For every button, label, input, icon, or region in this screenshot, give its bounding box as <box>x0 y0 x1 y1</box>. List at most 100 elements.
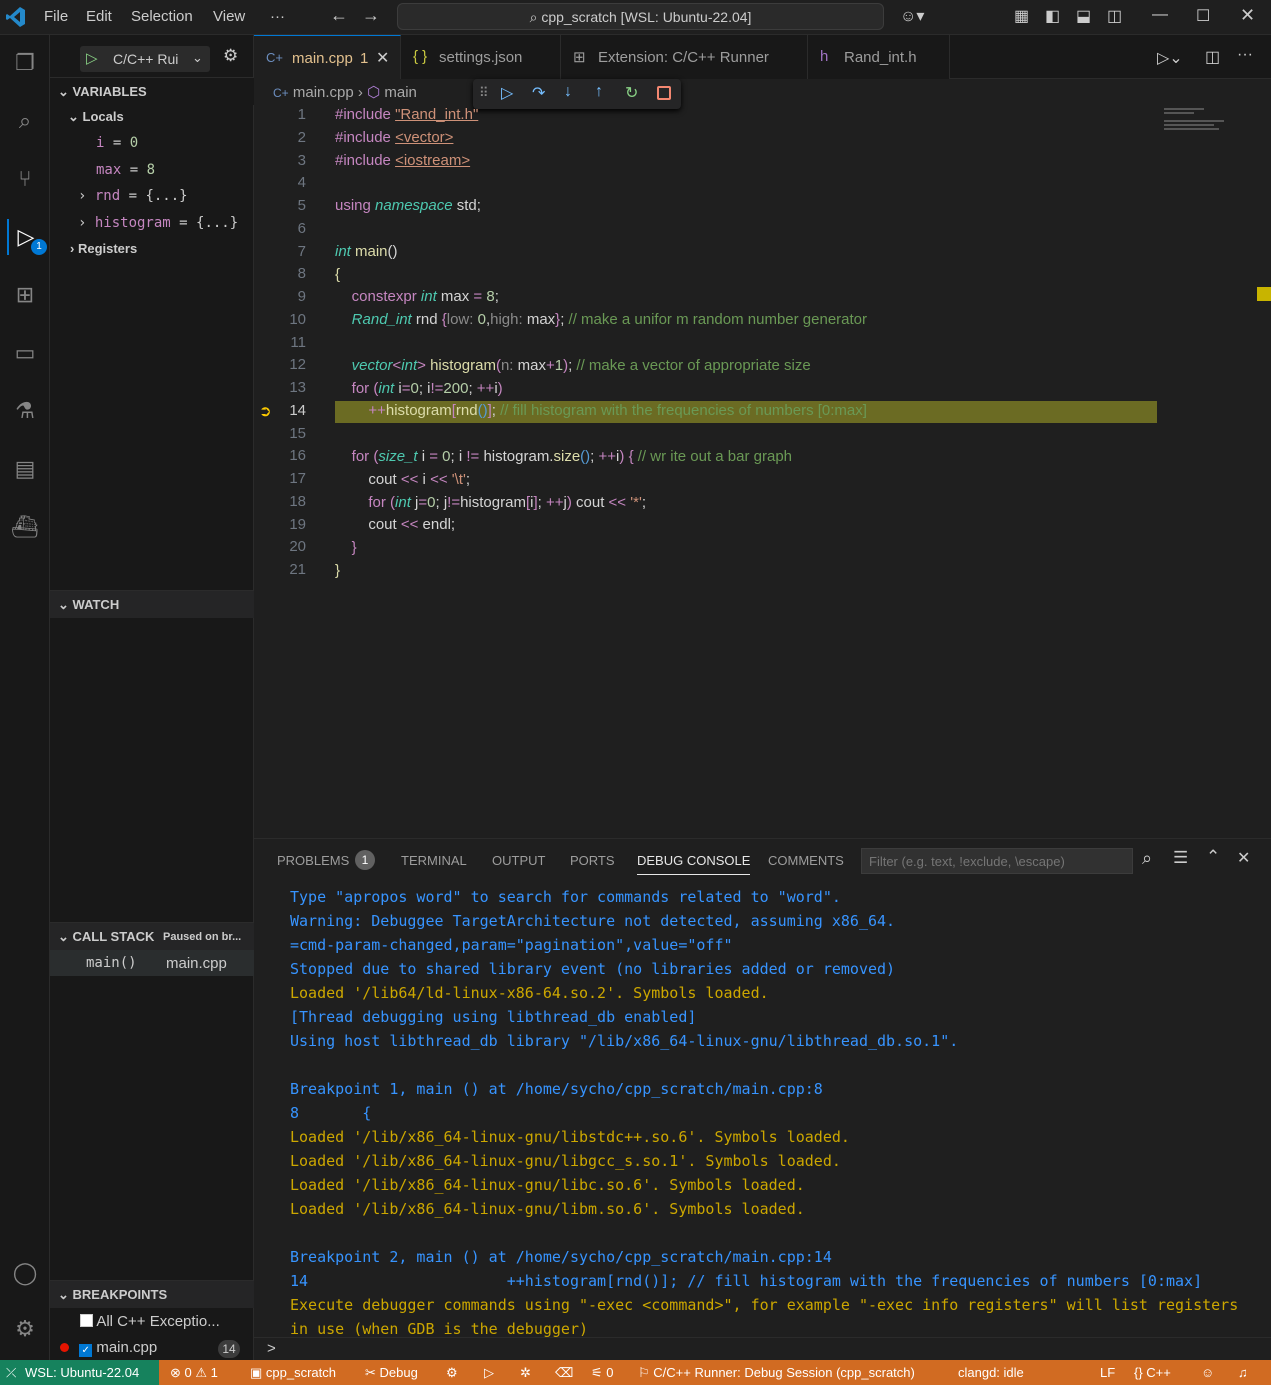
variable-row[interactable]: › histogram = {...} <box>78 215 238 231</box>
restart-icon[interactable]: ↻ <box>625 83 638 103</box>
source-control-icon[interactable]: ⑂ <box>7 161 43 197</box>
step-into-icon[interactable]: ↓ <box>564 83 572 101</box>
run-icon[interactable]: ▷ <box>484 1365 494 1381</box>
docker-icon[interactable]: ⛴ <box>7 509 43 545</box>
menu-selection[interactable]: Selection <box>131 8 193 25</box>
checkbox[interactable] <box>80 1314 93 1327</box>
explorer-icon[interactable]: ❐ <box>7 45 43 81</box>
line-number[interactable]: 1 <box>254 106 306 123</box>
variable-row[interactable]: max = 8 <box>96 162 155 178</box>
line-number[interactable]: 15 <box>254 425 306 442</box>
line-number[interactable]: 13 <box>254 379 306 396</box>
start-debug-icon[interactable]: ▷ <box>86 49 98 67</box>
menu-edit[interactable]: Edit <box>86 8 112 25</box>
folder-status[interactable]: ▣ cpp_scratch <box>250 1365 336 1381</box>
line-number[interactable]: 6 <box>254 220 306 237</box>
line-number[interactable]: 2 <box>254 129 306 146</box>
call-stack-header[interactable]: ⌄ CALL STACK Paused on br... <box>50 922 254 950</box>
menu-file[interactable]: File <box>44 8 68 25</box>
stack-frame-row[interactable]: main() main.cpp <box>50 950 254 976</box>
gear-icon[interactable]: ⚙ <box>446 1365 458 1381</box>
debug-session-status[interactable]: ⚐ C/C++ Runner: Debug Session (cpp_scrat… <box>638 1365 915 1381</box>
console-filter-input[interactable] <box>861 848 1133 874</box>
run-debug-icon[interactable]: ▷ 1 <box>7 219 47 255</box>
line-number[interactable]: 8 <box>254 265 306 282</box>
search-icon[interactable]: ⌕ <box>1142 848 1152 869</box>
registers-scope[interactable]: › Registers <box>70 241 137 256</box>
close-icon[interactable]: ✕ <box>376 48 389 68</box>
stop-icon[interactable] <box>657 86 671 100</box>
breakpoint-file-row[interactable]: ✓ main.cpp 14 <box>60 1339 254 1358</box>
extensions-icon[interactable]: ⊞ <box>7 277 43 313</box>
customize-layout-icon[interactable]: ▦ <box>1014 6 1029 26</box>
line-number[interactable]: 11 <box>254 334 306 351</box>
tab-terminal[interactable]: TERMINAL <box>401 853 467 868</box>
run-file-icon[interactable]: ▷⌄ <box>1157 48 1183 68</box>
line-number[interactable]: 10 <box>254 311 306 328</box>
console-input-row[interactable]: > <box>254 1337 1271 1361</box>
step-out-icon[interactable]: ↑ <box>595 83 603 101</box>
breadcrumb-file[interactable]: main.cpp <box>293 84 354 101</box>
continue-icon[interactable]: ▷ <box>501 83 513 103</box>
minimize-icon[interactable]: — <box>1152 6 1168 24</box>
line-number[interactable]: 5 <box>254 197 306 214</box>
toggle-panel-icon[interactable]: ⬓ <box>1076 6 1091 26</box>
variable-row[interactable]: i = 0 <box>96 135 138 151</box>
tab-rand-int-h[interactable]: h Rand_int.h <box>808 35 950 79</box>
chevron-up-icon[interactable]: ⌃ <box>1206 847 1220 867</box>
line-number[interactable]: 12 <box>254 356 306 373</box>
breakpoints-header[interactable]: ⌄ BREAKPOINTS <box>50 1280 254 1308</box>
testing-icon[interactable]: ⚗ <box>7 393 43 429</box>
debug-status[interactable]: ✂ Debug <box>365 1365 418 1381</box>
command-center-search[interactable]: ⌕ cpp_scratch [WSL: Ubuntu-22.04] <box>397 3 884 30</box>
step-over-icon[interactable]: ↷ <box>532 83 545 103</box>
remote-indicator[interactable]: ⤫ WSL: Ubuntu-22.04 <box>0 1360 159 1385</box>
tab-settings-json[interactable]: { } settings.json <box>401 35 561 79</box>
line-number[interactable]: 3 <box>254 152 306 169</box>
line-number[interactable]: 21 <box>254 561 306 578</box>
trash-icon[interactable]: ⌫ <box>555 1365 573 1381</box>
drag-handle-icon[interactable]: ⠿ <box>479 85 489 101</box>
more-actions-icon[interactable]: ··· <box>1237 46 1253 64</box>
account-icon[interactable]: ◯ <box>7 1255 43 1291</box>
close-panel-icon[interactable]: ✕ <box>1237 848 1250 868</box>
close-window-icon[interactable]: ✕ <box>1240 5 1255 26</box>
back-arrow-icon[interactable]: ← <box>330 5 348 26</box>
line-number[interactable]: 20 <box>254 538 306 555</box>
line-number[interactable]: 17 <box>254 470 306 487</box>
notifications-bell-icon[interactable]: ♫ <box>1238 1365 1248 1380</box>
copilot-icon[interactable]: ☺ <box>1201 1365 1214 1380</box>
ports-status[interactable]: ⚟ 0 <box>591 1365 614 1381</box>
clear-console-icon[interactable]: ☰ <box>1173 848 1188 868</box>
tab-extension-runner[interactable]: ⊞ Extension: C/C++ Runner <box>561 35 808 79</box>
toggle-secondary-sidebar-icon[interactable]: ◫ <box>1107 6 1122 26</box>
variables-header[interactable]: ⌄ VARIABLES <box>50 77 254 105</box>
line-number[interactable]: 18 <box>254 493 306 510</box>
tab-comments[interactable]: COMMENTS <box>768 853 844 868</box>
line-number[interactable]: 14 <box>254 402 306 419</box>
minimap[interactable] <box>1164 105 1236 145</box>
run-config-select[interactable]: ▷ C/C++ Rui ⌄ <box>80 46 210 72</box>
tab-problems[interactable]: PROBLEMS <box>277 853 349 868</box>
remote-explorer-icon[interactable]: ▭ <box>7 335 43 371</box>
problems-status[interactable]: ⊗ 0 ⚠ 1 <box>170 1365 218 1381</box>
tab-ports[interactable]: PORTS <box>570 853 615 868</box>
copilot-icon[interactable]: ☺▾ <box>900 6 924 26</box>
line-number[interactable]: 9 <box>254 288 306 305</box>
clangd-status[interactable]: clangd: idle <box>958 1365 1024 1380</box>
checkbox-checked[interactable]: ✓ <box>79 1344 93 1357</box>
breakpoint-exceptions-row[interactable]: All C++ Exceptio... <box>80 1313 220 1330</box>
code-area[interactable]: ➲ 1 2 3 4 5 6 7 8 9 10 11 12 13 14 15 16 17 18 19 20 21 #inc… <box>254 105 1271 838</box>
line-number[interactable]: 7 <box>254 243 306 260</box>
maximize-icon[interactable]: ☐ <box>1196 6 1210 26</box>
line-number[interactable]: 16 <box>254 447 306 464</box>
menu-more[interactable]: ··· <box>270 8 285 25</box>
variable-row[interactable]: › rnd = {...} <box>78 188 188 204</box>
tab-debug-console[interactable]: DEBUG CONSOLE <box>637 853 751 875</box>
forward-arrow-icon[interactable]: → <box>362 5 380 26</box>
locals-scope[interactable]: ⌄ Locals <box>68 109 124 125</box>
debug-settings-gear-icon[interactable]: ⚙ <box>223 46 238 66</box>
line-number[interactable]: 4 <box>254 174 306 191</box>
tab-main-cpp[interactable]: C+ main.cpp 1 ✕ <box>254 35 401 79</box>
line-number[interactable]: 19 <box>254 516 306 533</box>
